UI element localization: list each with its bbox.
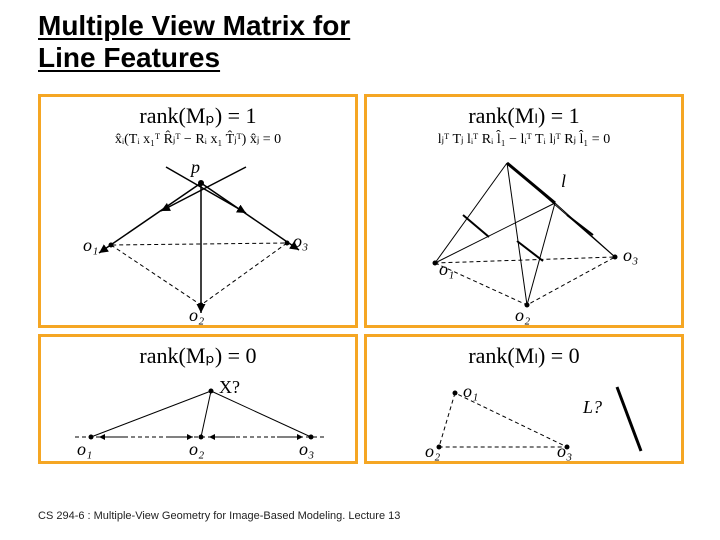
title-line-1: Multiple View Matrix for (38, 10, 350, 41)
label-o3: o₃ (557, 441, 572, 462)
constraint-equation-mp: x̂ᵢ(Tᵢ x₁ᵀ R̂ⱼᵀ − Rᵢ x₁ T̂ⱼᵀ) x̂ⱼ = 0 (41, 129, 355, 148)
label-o2: o₂ (425, 441, 440, 462)
diagram-line-three-views: l o₁ o₂ o₃ (367, 155, 681, 325)
label-o3: o₃ (623, 245, 638, 266)
panel-rank-ml-1: rank(Mₗ) = 1 lⱼᵀ Tⱼ lᵢᵀ Rᵢ l̂₁ − lᵢᵀ Tᵢ … (364, 94, 684, 328)
label-o1: o₁ (439, 259, 454, 280)
slide-footer: CS 294-6 : Multiple-View Geometry for Im… (38, 510, 400, 522)
rank-equation-mp-1: rank(Mₚ) = 1 (41, 97, 355, 129)
panel-rank-mp-0: rank(Mₚ) = 0 (38, 334, 358, 464)
constraint-equation-ml: lⱼᵀ Tⱼ lᵢᵀ Rᵢ l̂₁ − lᵢᵀ Tᵢ lⱼᵀ Rⱼ l̂₁ = … (367, 129, 681, 148)
label-o1: o₁ (83, 235, 98, 256)
panel-rank-mp-1: rank(Mₚ) = 1 x̂ᵢ(Tᵢ x₁ᵀ R̂ⱼᵀ − Rᵢ x₁ T̂ⱼ… (38, 94, 358, 328)
label-o3: o₃ (293, 231, 308, 252)
label-o1: o₁ (463, 381, 478, 402)
label-o2: o₂ (515, 305, 530, 326)
label-L: L? (583, 397, 602, 418)
diagram-point-three-views: p o₁ o₂ o₃ (41, 155, 355, 325)
diagram-degenerate-line: o₁ o₂ o₃ L? (367, 369, 681, 461)
panel-rank-ml-0: rank(Mₗ) = 0 o₁ o₂ o₃ L? (364, 334, 684, 464)
label-l: l (561, 171, 566, 192)
title-line-2: Line Features (38, 42, 220, 73)
label-X: X? (219, 377, 240, 398)
rank-equation-ml-1: rank(Mₗ) = 1 (367, 97, 681, 129)
label-o1: o₁ (77, 439, 92, 460)
label-o2: o₂ (189, 305, 204, 326)
diagram-degenerate-point: X? o₁ o₂ o₃ (41, 369, 355, 461)
diagram-svg (367, 369, 681, 461)
label-p: p (191, 157, 200, 178)
label-o2: o₂ (189, 439, 204, 460)
slide-title: Multiple View Matrix for Line Features (0, 0, 720, 80)
diagram-svg (367, 155, 681, 325)
label-o3: o₃ (299, 439, 314, 460)
rank-equation-ml-0: rank(Mₗ) = 0 (367, 337, 681, 369)
rank-equation-mp-0: rank(Mₚ) = 0 (41, 337, 355, 369)
